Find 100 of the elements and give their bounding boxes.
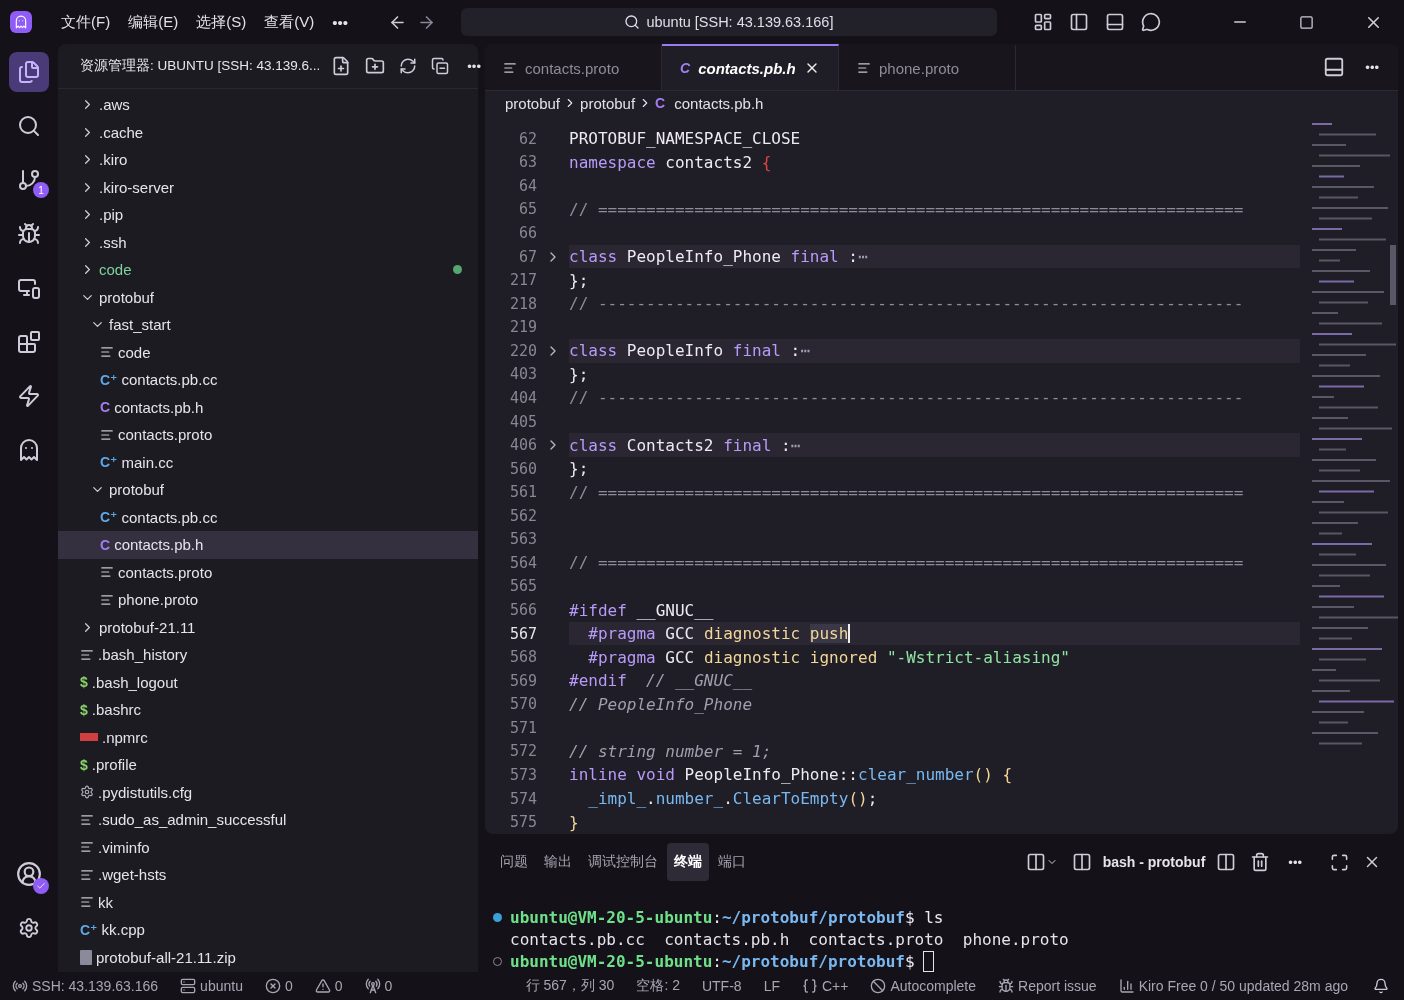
status-item[interactable]: 0 [364, 978, 393, 994]
activity-button[interactable]: 1 [9, 160, 49, 200]
tree-item[interactable]: .pip [58, 201, 478, 229]
monitor-icon [17, 276, 41, 300]
tree-item-label: .viminfo [98, 838, 151, 856]
tree-item[interactable]: $ .bash_logout [58, 668, 478, 696]
tree-item[interactable]: protobuf [58, 476, 478, 504]
status-item[interactable]: 0 [264, 978, 293, 994]
tree-item[interactable]: protobuf-21.11 [58, 613, 478, 641]
text-file-icon [100, 345, 114, 360]
tree-item[interactable]: .kiro [58, 146, 478, 174]
terminal-name[interactable]: bash - protobuf [1102, 854, 1206, 870]
tree-item[interactable]: .cache [58, 118, 478, 146]
tree-item[interactable]: C⁺ contacts.pb.cc [58, 503, 478, 531]
tree-item[interactable]: phone.proto [58, 586, 478, 614]
tree-item[interactable]: contacts.proto [58, 558, 478, 586]
tree-item-label: contacts.pb.cc [121, 508, 219, 526]
status-item[interactable]: UTF-8 [701, 978, 742, 994]
bug-icon [17, 222, 41, 246]
tree-item-label: .sudo_as_admin_successful [98, 811, 288, 829]
c-file-icon: C [655, 95, 666, 111]
status-item[interactable]: Kiro Free 0 / 50 updated 28m ago [1118, 978, 1348, 994]
tree-item-label: .kiro [99, 151, 129, 169]
tree-item[interactable]: .ssh [58, 228, 478, 256]
editor-tab[interactable]: contacts.proto [485, 44, 662, 90]
cpp-file-icon: C⁺ [100, 371, 118, 388]
bug-icon [998, 978, 1015, 994]
code-line: class Contacts2 final :⋯ [569, 435, 801, 455]
dollar-icon: $ [80, 756, 88, 773]
tree-item[interactable]: protobuf-all-21.11.zip [58, 943, 478, 971]
status-item[interactable]: 0 [314, 978, 343, 994]
text-file-icon [80, 647, 94, 662]
tree-item[interactable]: .viminfo [58, 833, 478, 861]
tree-item[interactable]: .npmrc [58, 723, 478, 751]
tree-item-label: phone.proto [118, 591, 200, 609]
tree-item-label: code [99, 261, 133, 279]
tree-item[interactable]: C contacts.pb.h [58, 393, 478, 421]
tree-item[interactable]: C⁺ contacts.pb.cc [58, 366, 478, 394]
menu-item[interactable]: 选择(S) [189, 8, 254, 36]
status-item[interactable]: 行 567，列 30 [525, 977, 615, 995]
tree-item[interactable]: C⁺ main.cc [58, 448, 478, 476]
panel-tab[interactable]: 调试控制台 [581, 843, 665, 881]
tree-item[interactable]: .bash_history [58, 641, 478, 669]
tree-item[interactable]: $ .bashrc [58, 696, 478, 724]
tree-item[interactable]: kk [58, 888, 478, 916]
cpp-file-icon: C⁺ [100, 454, 118, 471]
status-item[interactable]: SSH: 43.139.63.166 [12, 978, 159, 994]
code-line: // =================================================================== [569, 199, 1244, 219]
tree-item[interactable]: .sudo_as_admin_successful [58, 806, 478, 834]
status-item[interactable]: C++ [801, 978, 849, 994]
more-menu[interactable]: ••• [325, 9, 355, 35]
tree-item[interactable]: .pydistutils.cfg [58, 778, 478, 806]
panel-tab[interactable]: 终端 [667, 843, 709, 881]
tree-item[interactable]: .wget-hsts [58, 861, 478, 889]
command-center[interactable]: ubuntu [SSH: 43.139.63.166] [460, 8, 997, 36]
line-number: 218 [508, 294, 537, 313]
code-line: #pragma GCC diagnostic ignored "-Wstrict-aliasing" [587, 647, 1070, 667]
panel-tab[interactable]: 端口 [711, 843, 753, 881]
editor-tab[interactable]: phone.proto [839, 44, 1016, 90]
status-item[interactable]: Report issue [998, 978, 1097, 994]
menu-item[interactable]: 查看(V) [257, 8, 322, 36]
status-item[interactable]: 空格: 2 [636, 977, 680, 995]
count-badge: 1 [33, 182, 49, 198]
breadcrumb-item[interactable]: protobuf [580, 94, 636, 112]
tree-item-label: contacts.proto [118, 426, 214, 444]
tree-item[interactable]: $ .profile [58, 751, 478, 779]
more-button[interactable]: ••• [1358, 55, 1386, 79]
status-item[interactable]: ubuntu [180, 978, 243, 994]
editor-tab[interactable]: C contacts.pb.h [662, 44, 839, 90]
panel-tab[interactable]: 问题 [493, 843, 535, 881]
antenna-icon [364, 978, 381, 994]
tree-item[interactable]: fast_start [58, 311, 478, 339]
text-file-icon [100, 565, 114, 580]
tree-item[interactable]: code [58, 338, 478, 366]
code-line: inline void PeopleInfo_Phone::clear_number() { [569, 765, 1013, 785]
tree-item[interactable]: C⁺ kk.cpp [58, 916, 478, 944]
code-line: // PeopleInfo_Phone [569, 694, 753, 714]
tree-item[interactable]: C contacts.pb.h [58, 531, 478, 559]
tree-item[interactable]: protobuf [58, 283, 478, 311]
activity-button[interactable] [9, 52, 49, 92]
text-file-icon [80, 867, 94, 882]
status-item[interactable]: Autocomplete [870, 978, 977, 994]
cpp-file-icon: C⁺ [80, 921, 98, 938]
more-button[interactable]: ••• [460, 54, 488, 78]
breadcrumb-item[interactable]: contacts.pb.h [674, 94, 764, 112]
line-number: 219 [508, 318, 537, 337]
tree-item-label: .bash_logout [91, 673, 179, 691]
line-number: 405 [508, 412, 537, 431]
breadcrumb-item[interactable]: protobuf [505, 94, 561, 112]
tree-item[interactable]: code [58, 256, 478, 284]
text-file-icon [503, 61, 517, 75]
more-button[interactable]: ••• [1281, 850, 1309, 874]
menu-item[interactable]: 编辑(E) [121, 8, 186, 36]
tree-item[interactable]: contacts.proto [58, 421, 478, 449]
tree-item[interactable]: .kiro-server [58, 173, 478, 201]
line-number: 565 [508, 577, 537, 596]
menu-item[interactable]: 文件(F) [54, 8, 118, 36]
panel-tab[interactable]: 输出 [537, 843, 579, 881]
status-item[interactable]: LF [763, 978, 780, 994]
tree-item[interactable]: .aws [58, 91, 478, 119]
